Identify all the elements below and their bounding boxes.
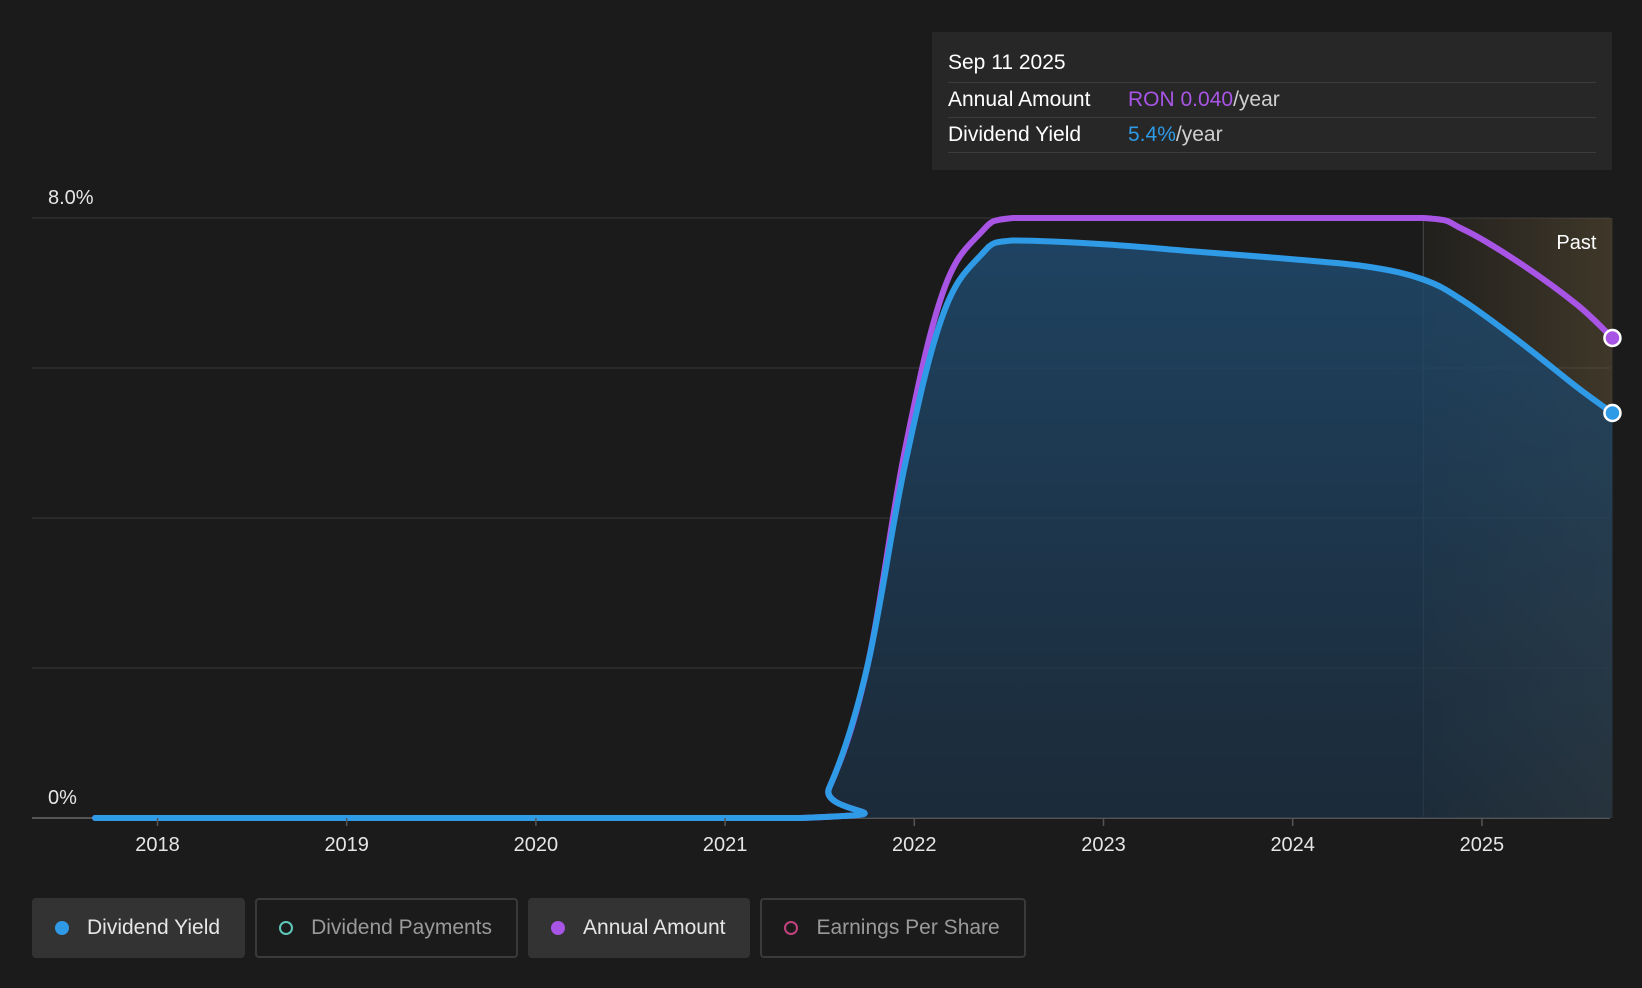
tooltip-unit: /year <box>1175 123 1223 146</box>
tooltip-label: Dividend Yield <box>948 123 1082 146</box>
tooltip-row-dividend-yield: Dividend Yield 5.4%/year <box>948 118 1596 153</box>
dividend-yield-end-marker[interactable] <box>1603 403 1622 423</box>
dividend-yield-area <box>95 240 1613 818</box>
legend-ring-icon <box>279 921 294 935</box>
x-tick-label: 2022 <box>892 834 937 856</box>
legend-ring-icon <box>784 921 799 935</box>
tooltip-unit: /year <box>1233 88 1280 111</box>
x-tick-label: 2020 <box>514 834 559 856</box>
legend-annual-amount[interactable]: Annual Amount <box>528 898 751 958</box>
legend-dot-icon <box>551 921 566 935</box>
y-tick-label: 0% <box>48 787 77 809</box>
legend-dividend-payments[interactable]: Dividend Payments <box>255 898 519 958</box>
tooltip-label: Annual Amount <box>948 88 1091 111</box>
tooltip-value: RON 0.040 <box>1128 88 1234 111</box>
chart-tooltip: Sep 11 2025 Annual Amount RON 0.040/year… <box>932 32 1612 170</box>
tooltip-date: Sep 11 2025 <box>948 48 1596 83</box>
legend-label: Dividend Yield <box>87 916 221 939</box>
legend-dot-icon <box>55 921 69 935</box>
legend-dividend-yield[interactable]: Dividend Yield <box>32 898 246 958</box>
legend-earnings-per-share[interactable]: Earnings Per Share <box>760 898 1026 958</box>
x-tick-label: 2021 <box>703 834 748 856</box>
x-tick-label: 2018 <box>135 834 180 856</box>
legend-label: Earnings Per Share <box>816 916 1000 939</box>
annual-amount-end-marker[interactable] <box>1603 328 1622 348</box>
tooltip-value: 5.4% <box>1128 123 1176 146</box>
chart-legend: Dividend Yield Dividend Payments Annual … <box>32 898 1026 958</box>
tooltip-row-annual-amount: Annual Amount RON 0.040/year <box>948 83 1596 118</box>
legend-label: Dividend Payments <box>311 916 493 939</box>
past-label: Past <box>1556 232 1596 254</box>
x-tick-label: 2024 <box>1270 834 1315 856</box>
legend-label: Annual Amount <box>583 916 726 939</box>
x-tick-label: 2019 <box>324 834 369 856</box>
y-tick-label: 8.0% <box>48 187 94 209</box>
x-tick-label: 2025 <box>1460 834 1505 856</box>
x-tick-label: 2023 <box>1081 834 1126 856</box>
